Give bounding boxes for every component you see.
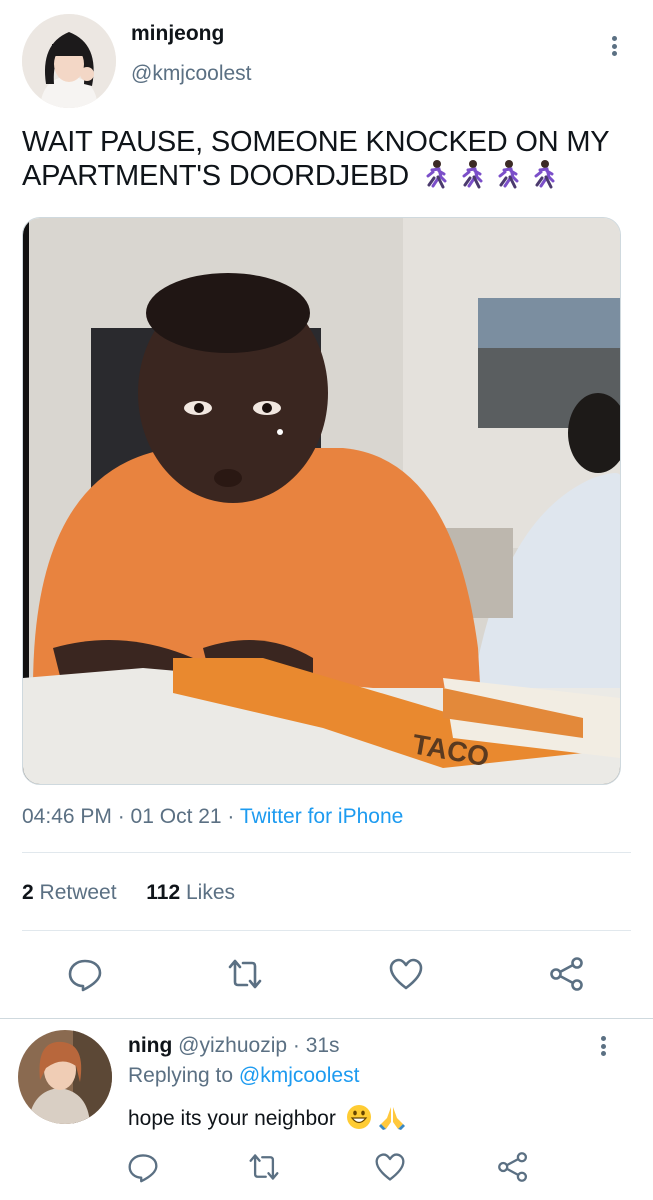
author-avatar-image: [22, 14, 116, 108]
grin-emoji: [346, 1105, 371, 1129]
reply-reply-button[interactable]: [127, 1151, 159, 1183]
more-options-icon[interactable]: [611, 36, 617, 56]
emoji-group: [423, 159, 557, 189]
reply-author-name[interactable]: ning: [128, 1034, 172, 1057]
tweet-media[interactable]: TACO: [22, 217, 621, 785]
runner-emoji: [462, 160, 483, 189]
share-icon: [498, 1152, 528, 1182]
reply-author-handle-time[interactable]: @yizhuozip · 31s: [178, 1034, 339, 1057]
runner-emoji: [498, 160, 519, 189]
reply-avatar-image: [18, 1030, 112, 1124]
reply-like-button[interactable]: [374, 1151, 406, 1183]
tweet-timestamp: 04:46 PM · 01 Oct 21 ·: [22, 805, 240, 828]
reply-header: ning @yizhuozip · 31s: [128, 1034, 340, 1058]
reply-retweet-button[interactable]: [248, 1151, 280, 1183]
reply-more-options-icon[interactable]: [600, 1036, 606, 1056]
tweet-meta: 04:46 PM · 01 Oct 21 · Twitter for iPhon…: [22, 805, 403, 829]
tweet-text: WAIT PAUSE, SOMEONE KNOCKED ON MY APARTM…: [22, 126, 632, 193]
share-icon: [550, 957, 583, 991]
replying-to-handle[interactable]: @kmjcoolest: [239, 1064, 360, 1087]
author-avatar[interactable]: [22, 14, 116, 108]
reply-text-content: hope its your neighbor: [128, 1107, 336, 1130]
retweet-icon: [249, 1154, 279, 1180]
media-image: TACO: [23, 218, 620, 784]
reply-author-avatar[interactable]: [18, 1030, 112, 1124]
like-button[interactable]: [388, 956, 424, 992]
likes-count[interactable]: 112: [146, 881, 180, 904]
runner-emoji: [534, 160, 555, 189]
author-handle[interactable]: @kmjcoolest: [131, 62, 252, 86]
tweet-source-link[interactable]: Twitter for iPhone: [240, 805, 403, 828]
reply-button[interactable]: [67, 956, 103, 992]
reply-text: hope its your neighbor: [128, 1104, 406, 1131]
reply-icon: [68, 959, 102, 992]
retweet-count[interactable]: 2: [22, 881, 34, 904]
author-name[interactable]: minjeong: [131, 22, 224, 46]
like-icon: [375, 1153, 405, 1181]
retweet-label[interactable]: Retweet: [40, 881, 117, 904]
divider: [22, 852, 631, 853]
replying-to-label: Replying to: [128, 1064, 239, 1087]
share-button[interactable]: [549, 956, 585, 992]
reply-icon: [128, 1154, 158, 1183]
replying-to: Replying to @kmjcoolest: [128, 1064, 359, 1088]
divider: [0, 1018, 653, 1019]
like-icon: [389, 958, 423, 990]
retweet-icon: [228, 959, 262, 989]
likes-label[interactable]: Likes: [186, 881, 235, 904]
retweet-button[interactable]: [227, 956, 263, 992]
reply-share-button[interactable]: [497, 1151, 529, 1183]
runner-emoji: [426, 160, 447, 189]
pray-emoji: [378, 1107, 405, 1130]
divider: [22, 930, 631, 931]
tweet-stats: 2 Retweet 112 Likes: [22, 881, 235, 905]
